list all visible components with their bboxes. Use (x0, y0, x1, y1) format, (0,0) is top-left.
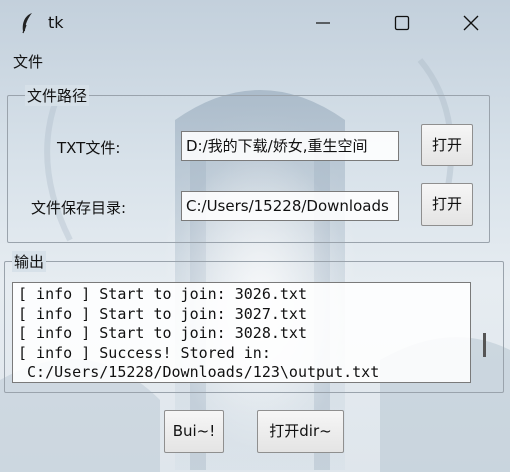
output-scrollbar-thumb[interactable] (483, 333, 486, 357)
feather-icon (22, 13, 32, 34)
txt-file-input[interactable]: D:/我的下载/娇女,重生空间 (181, 131, 399, 161)
save-dir-input[interactable]: C:/Users/15228/Downloads (181, 191, 399, 221)
output-line: [ info ] Start to join: 3026.txt (18, 285, 307, 303)
open-dir-button[interactable]: 打开dir~ (257, 410, 344, 453)
output-line: C:/Users/15228/Downloads/123\output.txt (18, 363, 380, 382)
output-line: [ info ] Start to join: 3027.txt (18, 304, 307, 323)
save-dir-label: 文件保存目录: (31, 199, 127, 217)
close-icon (463, 15, 479, 31)
close-button[interactable] (448, 0, 494, 46)
output-line: [ info ] Start to join: 3028.txt (18, 324, 307, 343)
menu-bar: 文件 (0, 47, 510, 75)
title-bar[interactable]: tk (0, 0, 510, 46)
path-group-legend: 文件路径 (25, 85, 90, 106)
output-textbox[interactable]: [ info ] Start to join: 3026.txt [ info … (12, 282, 471, 383)
menu-file[interactable]: 文件 (13, 51, 43, 72)
txt-file-label: TXT文件: (57, 139, 121, 157)
output-group-legend: 输出 (12, 251, 47, 272)
build-button[interactable]: Bui~! (164, 410, 224, 453)
minimize-button[interactable] (300, 0, 346, 46)
open-save-dir-button[interactable]: 打开 (421, 183, 473, 226)
maximize-button[interactable] (379, 0, 425, 46)
window-title: tk (48, 13, 64, 32)
output-line: [ info ] Success! Stored in: (18, 343, 271, 362)
open-txt-button[interactable]: 打开 (421, 124, 473, 166)
minimize-icon (316, 22, 330, 24)
maximize-icon (394, 15, 410, 31)
